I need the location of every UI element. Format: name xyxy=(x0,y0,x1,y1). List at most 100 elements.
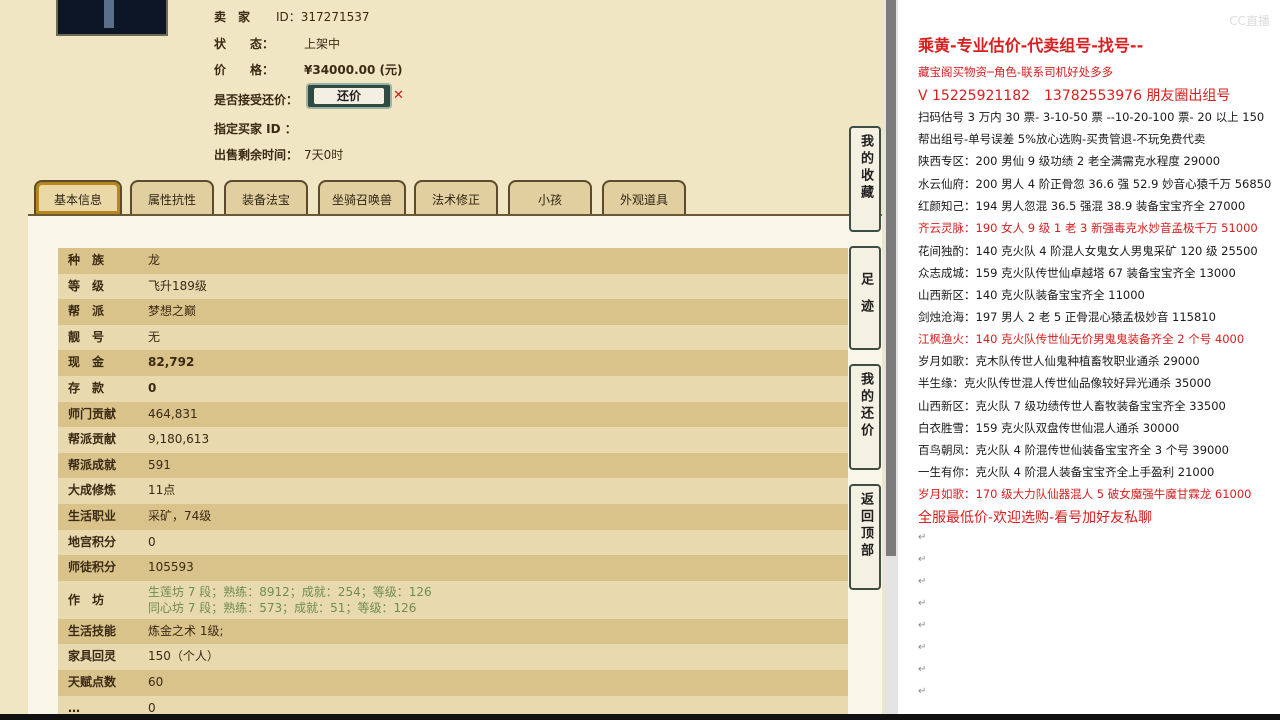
back-to-top-button[interactable]: 返回顶部 xyxy=(849,484,881,590)
listing-panel: 卖 家 ID：317271537 状 态： 上架中 价 格： ¥34000.00 (元… xyxy=(0,0,884,714)
note-line: 红颜知己：194 男人忽混 36.5 强混 38.9 装备宝宝齐全 27000 xyxy=(918,199,1246,213)
note-line: 岁月如歌：克木队传世人仙鬼种植畜牧职业通杀 29000 xyxy=(918,354,1200,368)
designated-buyer-row: 指定买家 ID ： xyxy=(214,120,304,137)
table-row: 大成修炼 11点 xyxy=(58,478,848,504)
paragraph-mark: ↵ xyxy=(918,642,927,653)
note-line: 岁月如歌：170 级大力队仙器混人 5 破女魔强牛魔甘霖龙 61000 xyxy=(918,487,1252,501)
detail-tabs: 基本信息 属性抗性 装备法宝 坐骑召唤兽 法术修正 小孩 外观道具 xyxy=(34,180,694,216)
seller-id: ID：317271537 xyxy=(276,10,370,24)
tab-basic-info[interactable]: 基本信息 xyxy=(34,180,122,214)
note-line: V 15225921182 13782553976 朋友圈出组号 xyxy=(918,88,1231,104)
note-line: 剑烛沧海：197 男人 2 老 5 正骨混心猿孟极妙音 115810 xyxy=(918,310,1216,324)
attr-key: 帮派贡献 xyxy=(68,432,117,447)
note-line: 一生有你：克火队 4 阶混人装备宝宝齐全上手盈利 21000 xyxy=(918,465,1215,479)
footprint-button[interactable]: 足迹 xyxy=(849,246,881,350)
workshop-line-1: 生莲坊 7 段；熟练：8912；成就：254；等级：126 xyxy=(148,584,432,599)
note-line: 花间独酌：140 克火队 4 阶混人女鬼女人男鬼采矿 120 级 25500 xyxy=(918,244,1258,258)
scrollbar-thumb[interactable] xyxy=(886,0,896,556)
character-avatar xyxy=(56,0,168,36)
note-line: 山西新区：140 克火队装备宝宝齐全 11000 xyxy=(918,288,1145,302)
attr-value: 150（个人） xyxy=(148,649,219,664)
attr-value: 464,831 xyxy=(148,406,198,421)
table-row: 地宫积分 0 xyxy=(58,529,848,556)
attr-value: 0 xyxy=(148,700,156,715)
tab-appearance[interactable]: 外观道具 xyxy=(602,180,686,214)
my-bargains-button[interactable]: 我的还价 xyxy=(849,364,881,470)
note-line: 帮出组号-单号误差 5%放心选购-买贵管退-不玩免费代卖 xyxy=(918,132,1206,146)
paragraph-mark: ↵ xyxy=(918,532,927,543)
attr-key: 帮派成就 xyxy=(68,457,117,472)
attr-value: 0 xyxy=(148,380,157,395)
attr-key: 作 坊 xyxy=(68,592,105,607)
attr-key: 大成修炼 xyxy=(68,483,117,498)
table-row: 家具回灵 150（个人） xyxy=(58,644,848,670)
table-row: 存 款 0 xyxy=(58,375,848,402)
table-row: … 0 xyxy=(58,695,848,715)
bottom-bar xyxy=(0,714,1280,720)
footprint-label: 足迹 xyxy=(858,272,873,326)
attr-key: 等 级 xyxy=(68,278,105,293)
note-line: 扫码估号 3 万内 30 票- 3-10-50 票 --10-20-100 票-… xyxy=(918,110,1265,124)
price-label: 价 格： xyxy=(214,63,275,77)
note-line: 齐云灵脉：190 女人 9 级 1 老 3 新强毒克水妙音孟极千万 51000 xyxy=(918,221,1258,235)
attr-value: 0 xyxy=(148,534,156,549)
paragraph-mark: ↵ xyxy=(918,598,927,609)
tab-children[interactable]: 小孩 xyxy=(508,180,592,214)
paragraph-mark: ↵ xyxy=(918,620,927,631)
paragraph-mark: ↵ xyxy=(918,686,927,697)
paragraph-mark: ↵ xyxy=(918,664,927,675)
note-line: 水云仙府：200 男人 4 阶正骨忽 36.6 强 52.9 妙音心猿千万 56… xyxy=(918,177,1272,191)
tab-mounts-pets[interactable]: 坐骑召唤兽 xyxy=(318,180,406,214)
notes-title: 乘黄-专业估价-代卖组号-找号-- xyxy=(918,36,1144,55)
my-favorites-button[interactable]: 我的收藏 xyxy=(849,126,881,232)
attr-key: 师徒积分 xyxy=(68,560,117,575)
note-line: 藏宝阁买物资─角色-联系司机好处多多 xyxy=(918,65,1114,79)
bargain-question: 是否接受还价： xyxy=(214,93,299,107)
table-row: 帮 派 梦想之巅 xyxy=(58,299,848,325)
attr-key: 师门贡献 xyxy=(68,406,117,421)
tab-equipment[interactable]: 装备法宝 xyxy=(224,180,308,214)
tab-spell-correction[interactable]: 法术修正 xyxy=(414,180,498,214)
back-to-top-label: 返回顶部 xyxy=(858,492,873,560)
bargain-button-label: 还价 xyxy=(314,88,384,104)
attr-key: 生活技能 xyxy=(68,623,117,638)
workshop-values: 生莲坊 7 段；熟练：8912；成就：254；等级：126 同心坊 7 段；熟练：… xyxy=(148,584,432,616)
attr-value: 采矿，74级 xyxy=(148,508,212,523)
attr-value: 591 xyxy=(148,457,171,472)
table-row: 帮派成就 591 xyxy=(58,452,848,479)
my-bargains-label: 我的还价 xyxy=(858,372,873,440)
attr-key: … xyxy=(68,700,80,715)
attr-key: 天赋点数 xyxy=(68,674,117,689)
note-line: 山西新区：克火队 7 级功绩传世人畜牧装备宝宝齐全 33500 xyxy=(918,399,1226,413)
table-row: 师门贡献 464,831 xyxy=(58,401,848,428)
status-row: 状 态： 上架中 xyxy=(214,35,340,52)
attr-key: 靓 号 xyxy=(68,329,105,344)
table-row: 种 族龙 xyxy=(58,248,848,274)
price-value: ¥34000.00 (元) xyxy=(304,63,403,77)
table-row: 现 金 82,792 xyxy=(58,350,848,376)
note-line: 百鸟朝凤：克火队 4 阶混传世仙装备宝宝齐全 3 个号 39000 xyxy=(918,443,1229,457)
note-line: 白衣胜雪：159 克火队双盘传世仙混人通杀 30000 xyxy=(918,421,1180,435)
paragraph-mark: ↵ xyxy=(918,576,927,587)
attr-value: 9,180,613 xyxy=(148,432,210,447)
attr-value: 龙 xyxy=(148,253,161,267)
attr-value: 无 xyxy=(148,329,161,344)
stream-logo: CC直播 xyxy=(1229,14,1270,28)
note-line: 江枫渔火：140 克火队传世仙无价男鬼鬼装备齐全 2 个号 4000 xyxy=(918,332,1245,346)
bargain-button[interactable]: 还价 xyxy=(306,83,392,109)
close-icon[interactable]: ✕ xyxy=(393,88,404,103)
attr-key: 生活职业 xyxy=(68,508,117,523)
table-row: 天赋点数 60 xyxy=(58,669,848,696)
remaining-time-value: 7天0时 xyxy=(304,148,344,162)
table-row: 靓 号无 xyxy=(58,324,848,351)
attr-key: 种 族 xyxy=(68,253,105,267)
stream-notes-panel: CC直播 乘黄-专业估价-代卖组号-找号-- 藏宝阁买物资─角色-联系司机好处多… xyxy=(898,0,1280,714)
note-line: 众志成城：159 克火队传世仙卓越塔 67 装备宝宝齐全 13000 xyxy=(918,266,1236,280)
status-label: 状 态： xyxy=(214,37,275,51)
tab-attributes[interactable]: 属性抗性 xyxy=(130,180,214,214)
table-row: 等 级 飞升189级 xyxy=(58,273,848,300)
attr-key: 现 金 xyxy=(68,355,105,370)
table-row: 帮派贡献 9,180,613 xyxy=(58,427,848,453)
table-row: 生活职业 采矿，74级 xyxy=(58,503,848,530)
attr-key: 家具回灵 xyxy=(68,649,117,664)
